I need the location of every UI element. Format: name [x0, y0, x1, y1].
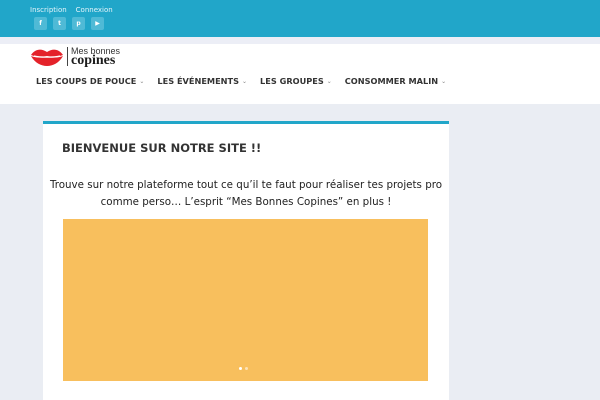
- chevron-down-icon: ⌄: [326, 77, 332, 85]
- facebook-icon[interactable]: f: [34, 17, 47, 30]
- intro-text-line: comme perso… L’esprit “Mes Bonnes Copine…: [100, 196, 392, 208]
- nav-item-label: CONSOMMER MALIN: [344, 76, 439, 86]
- site-logo[interactable]: Mes bonnes copines: [30, 46, 140, 68]
- intro-text-line: Trouve sur notre plateforme tout ce qu’i…: [49, 179, 443, 191]
- slider-dot[interactable]: [239, 367, 242, 370]
- header-divider: [0, 37, 600, 44]
- main-navigation: LES COUPS DE POUCE ⌄ LES ÉVÉNEMENTS ⌄ LE…: [36, 76, 459, 86]
- social-icons: f t p ▶: [34, 17, 104, 30]
- logo-text-big: copines: [71, 53, 116, 68]
- twitter-icon[interactable]: t: [53, 17, 66, 30]
- slider-dot[interactable]: [245, 367, 248, 370]
- nav-item-label: LES GROUPES: [260, 76, 324, 86]
- slider-dots: [239, 367, 248, 370]
- chevron-down-icon: ⌄: [139, 77, 145, 85]
- lips-icon: [31, 49, 63, 66]
- intro-text: Trouve sur notre plateforme tout ce qu’i…: [43, 177, 449, 211]
- welcome-card: BIENVENUE SUR NOTRE SITE !! Trouve sur n…: [43, 121, 449, 400]
- nav-item-evenements[interactable]: LES ÉVÉNEMENTS ⌄: [157, 76, 247, 86]
- logo-separator: [67, 47, 68, 66]
- nav-item-consommer-malin[interactable]: CONSOMMER MALIN ⌄: [345, 76, 446, 86]
- nav-item-coups-de-pouce[interactable]: LES COUPS DE POUCE ⌄: [36, 76, 144, 86]
- nav-item-groupes[interactable]: LES GROUPES ⌄: [260, 76, 332, 86]
- youtube-icon[interactable]: ▶: [91, 17, 104, 30]
- chevron-down-icon: ⌄: [441, 77, 447, 85]
- nav-item-label: LES ÉVÉNEMENTS: [157, 76, 240, 86]
- nav-item-label: LES COUPS DE POUCE: [36, 76, 137, 86]
- image-slider[interactable]: [63, 219, 428, 381]
- pinterest-icon[interactable]: p: [72, 17, 85, 30]
- top-bar: Inscription Connexion f t p ▶: [0, 0, 600, 37]
- connexion-link[interactable]: Connexion: [76, 6, 113, 14]
- page-title: BIENVENUE SUR NOTRE SITE !!: [62, 141, 262, 155]
- chevron-down-icon: ⌄: [242, 77, 248, 85]
- account-links: Inscription Connexion: [30, 6, 113, 14]
- inscription-link[interactable]: Inscription: [30, 6, 67, 14]
